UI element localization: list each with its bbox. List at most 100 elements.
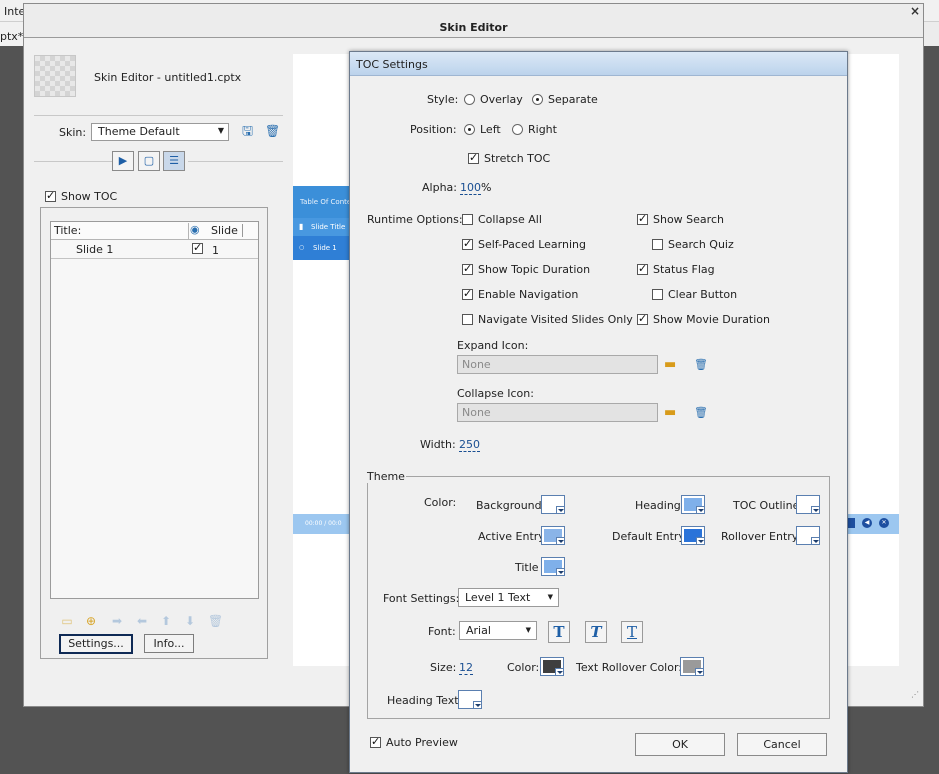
tab-borders[interactable]: ▢ bbox=[138, 151, 160, 171]
skin-dropdown[interactable]: Theme Default ▼ bbox=[91, 123, 229, 141]
style-overlay-label: Overlay bbox=[480, 93, 523, 106]
toc-outline-color-swatch[interactable] bbox=[796, 495, 820, 514]
default-entry-color-swatch[interactable] bbox=[681, 526, 705, 545]
show-search-checkbox[interactable] bbox=[637, 212, 648, 225]
collapse-all-checkbox[interactable] bbox=[462, 214, 473, 225]
background-color-label: Background bbox=[476, 499, 542, 512]
show-toc-label: Show TOC bbox=[61, 190, 118, 203]
volume-icon: ◀ bbox=[862, 518, 872, 528]
skin-dropdown-value: Theme Default bbox=[98, 125, 180, 138]
add-folder-icon[interactable]: ▭ bbox=[60, 614, 74, 628]
background-file-tab[interactable]: ptx* bbox=[0, 22, 24, 46]
show-topic-duration-checkbox[interactable] bbox=[462, 262, 473, 275]
font-dropdown[interactable]: Arial ▼ bbox=[459, 621, 537, 640]
trash-icon[interactable]: 🗑 bbox=[694, 406, 708, 419]
divider bbox=[34, 161, 112, 162]
tab-playbar[interactable]: ▶ bbox=[112, 151, 134, 171]
style-label: Style: bbox=[427, 93, 459, 106]
self-paced-learning-checkbox[interactable] bbox=[462, 237, 473, 250]
arrow-right-icon[interactable]: ➡ bbox=[110, 614, 124, 628]
rollover-entry-color-swatch[interactable] bbox=[796, 526, 820, 545]
resize-grip-icon[interactable]: ⋰ bbox=[911, 690, 921, 700]
theme-legend: Theme bbox=[366, 470, 406, 483]
heading-color-label: Heading bbox=[635, 499, 681, 512]
style-separate-radio[interactable] bbox=[532, 94, 543, 105]
trash-icon[interactable]: 🗑 bbox=[265, 125, 280, 138]
clear-button-checkbox[interactable] bbox=[652, 289, 663, 300]
row-visible-checkbox[interactable] bbox=[192, 241, 203, 254]
border-icon: ▢ bbox=[143, 154, 155, 167]
background-file-tab-label: ptx* bbox=[0, 30, 24, 43]
theme-color-label: Color: bbox=[424, 496, 457, 509]
heading-color-swatch[interactable] bbox=[681, 495, 705, 514]
width-value[interactable]: 250 bbox=[459, 438, 480, 452]
status-flag-checkbox[interactable] bbox=[637, 262, 648, 275]
clear-button-label: Clear Button bbox=[668, 288, 738, 301]
collapse-icon-field[interactable]: None bbox=[457, 403, 658, 422]
document-title: Skin Editor - untitled1.cptx bbox=[94, 71, 242, 84]
folder-icon[interactable]: ▬ bbox=[664, 406, 680, 419]
skin-thumbnail bbox=[34, 55, 76, 97]
toc-panel: Title: ◉ Slide Slide 1 1 ▭ ⊕ ➡ ⬅ ⬆ ⬇ 🗑 S… bbox=[40, 207, 268, 659]
eye-icon: ◉ bbox=[190, 223, 200, 236]
column-title-header: Title: bbox=[54, 224, 82, 237]
trash-icon[interactable]: 🗑 bbox=[208, 614, 223, 628]
font-settings-label: Font Settings: bbox=[383, 592, 460, 605]
arrow-down-icon[interactable]: ⬇ bbox=[183, 614, 197, 628]
table-row[interactable]: Slide 1 1 bbox=[51, 241, 258, 259]
info-button[interactable]: Info... bbox=[144, 634, 194, 653]
style-overlay-radio[interactable] bbox=[464, 94, 475, 105]
text-color-swatch[interactable] bbox=[540, 657, 564, 676]
trash-icon[interactable]: 🗑 bbox=[694, 358, 708, 371]
size-value[interactable]: 12 bbox=[459, 661, 473, 675]
underline-text-button[interactable]: T bbox=[621, 621, 643, 643]
close-icon: ✕ bbox=[879, 518, 889, 528]
enable-navigation-checkbox[interactable] bbox=[462, 287, 473, 300]
settings-button[interactable]: Settings... bbox=[59, 634, 133, 654]
arrow-up-icon[interactable]: ⬆ bbox=[159, 614, 173, 628]
arrow-left-icon[interactable]: ⬅ bbox=[135, 614, 149, 628]
show-toc-checkbox[interactable] bbox=[45, 189, 56, 202]
text-color-label: Color: bbox=[507, 661, 540, 674]
position-left-radio[interactable] bbox=[464, 124, 475, 135]
font-label: Font: bbox=[428, 625, 456, 638]
runtime-options-label: Runtime Options: bbox=[367, 213, 463, 226]
heading-text-color-swatch[interactable] bbox=[458, 690, 482, 709]
status-flag-label: Status Flag bbox=[653, 263, 715, 276]
background-color-swatch[interactable] bbox=[541, 495, 565, 514]
position-right-radio[interactable] bbox=[512, 124, 523, 135]
background-right-strip bbox=[922, 22, 939, 46]
text-rollover-color-swatch[interactable] bbox=[680, 657, 704, 676]
alpha-value[interactable]: 100 bbox=[460, 181, 481, 195]
title-color-swatch[interactable] bbox=[541, 557, 565, 576]
show-movie-duration-label: Show Movie Duration bbox=[653, 313, 771, 326]
auto-preview-checkbox[interactable] bbox=[370, 735, 381, 748]
heading-text-label: Heading Text bbox=[387, 694, 459, 707]
navigate-visited-only-checkbox[interactable] bbox=[462, 314, 473, 325]
save-icon[interactable]: 🖫 bbox=[242, 125, 255, 138]
ok-button[interactable]: OK bbox=[635, 733, 725, 756]
skin-editor-title: Skin Editor bbox=[439, 21, 508, 34]
show-search-label: Show Search bbox=[653, 213, 724, 226]
divider bbox=[188, 161, 283, 162]
underline-icon: T bbox=[626, 623, 637, 641]
dropdown-arrow-icon bbox=[696, 506, 704, 513]
toc-settings-dialog: TOC Settings Style: Overlay Separate Pos… bbox=[349, 51, 848, 773]
row-title: Slide 1 bbox=[76, 243, 114, 256]
search-quiz-checkbox[interactable] bbox=[652, 239, 663, 250]
italic-text-button[interactable]: T bbox=[585, 621, 607, 643]
bold-text-button[interactable]: T bbox=[548, 621, 570, 643]
close-icon[interactable]: × bbox=[908, 4, 922, 18]
active-entry-color-swatch[interactable] bbox=[541, 526, 565, 545]
stretch-toc-checkbox[interactable] bbox=[468, 151, 479, 164]
cancel-button[interactable]: Cancel bbox=[737, 733, 827, 756]
font-settings-dropdown[interactable]: Level 1 Text ▼ bbox=[458, 588, 559, 607]
active-entry-color-label: Active Entry bbox=[478, 530, 545, 543]
tab-toc[interactable]: ☰ bbox=[163, 151, 185, 171]
add-entry-icon[interactable]: ⊕ bbox=[84, 614, 98, 628]
text-rollover-color-label: Text Rollover Color: bbox=[576, 661, 682, 674]
show-movie-duration-checkbox[interactable] bbox=[637, 312, 648, 325]
folder-icon[interactable]: ▬ bbox=[664, 358, 680, 371]
font-settings-value: Level 1 Text bbox=[465, 591, 531, 604]
expand-icon-field[interactable]: None bbox=[457, 355, 658, 374]
